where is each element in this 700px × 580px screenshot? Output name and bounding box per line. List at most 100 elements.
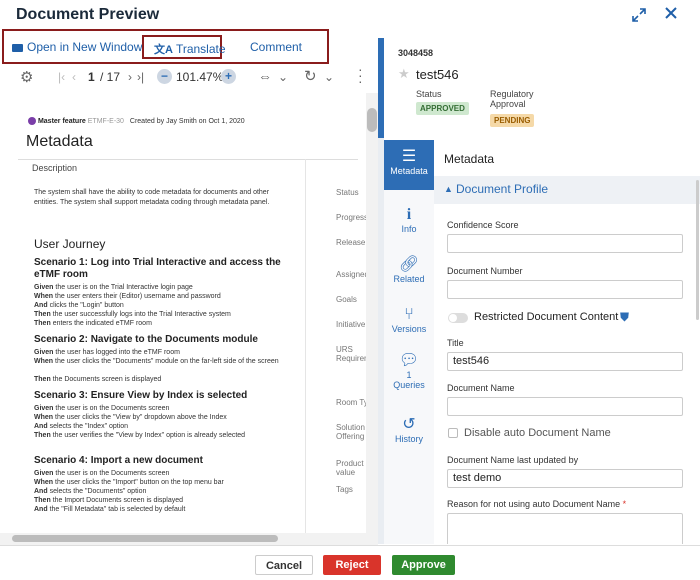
scenario-title: Scenario 2: Navigate to the Documents mo… <box>34 334 258 345</box>
title-input[interactable]: test546 <box>447 352 683 371</box>
step-keyword: Then <box>34 320 51 327</box>
confidence-label: Confidence Score <box>447 220 519 230</box>
status-label: Status <box>416 89 442 99</box>
rotate-icon[interactable]: ↻ <box>304 67 317 85</box>
section-header[interactable]: ▲ Document Profile <box>434 176 700 204</box>
step-keyword: And <box>34 423 48 430</box>
step-text: the user clicks the "View by" dropdown a… <box>55 414 227 421</box>
column-divider <box>305 159 306 533</box>
tab-history[interactable]: ↺ History <box>384 408 434 458</box>
side-label: Initiative <box>336 320 366 329</box>
scenario-step: And selects the "Index" option <box>34 422 286 431</box>
step-keyword: And <box>34 302 48 309</box>
step-text: the Documents screen is displayed <box>52 376 162 383</box>
doc-name-label: Document Name <box>447 383 515 393</box>
doc-number-label: Document Number <box>447 266 523 276</box>
expand-icon[interactable] <box>632 8 648 24</box>
step-keyword: When <box>34 358 54 365</box>
confidence-input[interactable] <box>447 234 683 253</box>
caret-up-icon: ▲ <box>444 184 453 194</box>
translate-icon: 文A <box>154 44 173 56</box>
chevron-down-icon[interactable]: ⌄ <box>324 70 334 84</box>
scenario-title: Scenario 3: Ensure View by Index is sele… <box>34 390 248 401</box>
title-label: Title <box>447 338 464 348</box>
close-icon[interactable] <box>664 6 682 24</box>
restricted-toggle[interactable] <box>448 313 468 323</box>
settings-icon[interactable]: ⚙ <box>20 68 33 86</box>
side-label: Product value <box>336 459 364 477</box>
step-text: the user successfully logs into the Tria… <box>52 311 231 318</box>
step-text: the user has logged into the eTMF room <box>55 349 180 356</box>
step-text: the user verifies the "View by Index" op… <box>52 432 246 439</box>
side-label: Room Type <box>336 398 366 407</box>
tab-related[interactable]: 🔗︎ Related <box>384 248 434 298</box>
branch-icon: ⑂ <box>404 306 414 323</box>
zoom-out-icon[interactable]: − <box>157 69 172 84</box>
scenario-step: Then the user verifies the "View by Inde… <box>34 431 286 440</box>
step-keyword: When <box>34 479 54 486</box>
info-icon: i <box>406 206 412 223</box>
reason-textarea[interactable] <box>447 513 683 544</box>
scenario-title: Scenario 1: Log into Trial Interactive a… <box>34 257 281 280</box>
feature-icon <box>28 117 36 125</box>
star-icon[interactable]: ★ <box>398 66 410 82</box>
zoom-level[interactable]: 101.47% <box>176 70 223 84</box>
zoom-in-icon[interactable]: + <box>221 69 236 84</box>
scenario-step: Then the Documents screen is displayed <box>34 375 286 384</box>
regulatory-label: Regulatory Approval <box>490 89 534 109</box>
panel-scrollbar[interactable] <box>696 180 699 320</box>
document-page: Master feature ETMF-E-30 Created by Jay … <box>0 93 366 533</box>
step-keyword: Given <box>34 349 54 356</box>
tab-versions[interactable]: ⑂ Versions <box>384 298 434 348</box>
first-page-icon[interactable]: |‹ <box>58 70 65 84</box>
comment-button[interactable]: Comment <box>250 40 302 54</box>
step-text: the Import Documents screen is displayed <box>52 497 184 504</box>
reason-label: Reason for not using auto Document Name … <box>447 499 627 509</box>
vertical-scrollbar[interactable] <box>366 93 378 533</box>
doc-number-input[interactable] <box>447 280 683 299</box>
open-new-window-button[interactable]: Open in New Window <box>12 40 142 54</box>
history-icon: ↺ <box>402 416 416 433</box>
shield-icon: ⛊ <box>620 310 630 324</box>
last-page-icon[interactable]: ›| <box>137 70 144 84</box>
step-keyword: Given <box>34 284 54 291</box>
approve-button[interactable]: Approve <box>392 555 455 575</box>
tab-metadata[interactable]: ☰ Metadata <box>384 140 434 190</box>
step-text: selects the "Documents" option <box>49 488 147 495</box>
next-page-icon[interactable]: › <box>128 70 132 84</box>
scenario-step: When the user clicks the "Import" button… <box>34 478 286 487</box>
fit-page-icon[interactable]: ⇔ <box>258 68 272 84</box>
scenario-step: And selects the "Documents" option <box>34 487 286 496</box>
chevron-down-icon[interactable]: ⌄ <box>278 70 288 84</box>
side-label: Tags <box>336 485 353 494</box>
divider <box>18 159 358 160</box>
scenario-title: Scenario 4: Import a new document <box>34 455 203 466</box>
reject-button[interactable]: Reject <box>323 555 381 575</box>
step-keyword: And <box>34 488 48 495</box>
horizontal-scroll-thumb[interactable] <box>12 535 278 542</box>
name-updated-input[interactable]: test demo <box>447 469 683 488</box>
new-window-icon <box>12 43 23 52</box>
record-card: 3048458 ★ test546 Status APPROVED Regula… <box>384 38 700 138</box>
side-tabs: ☰ Metadata i Info 🔗︎ Related ⑂ Versions 💬︎ 1 Q… <box>384 140 434 544</box>
cancel-button[interactable]: Cancel <box>255 555 313 575</box>
side-label: URS Requirement <box>336 345 366 363</box>
chat-icon: 💬︎ <box>398 352 420 369</box>
more-options-icon[interactable]: · · · <box>358 62 363 88</box>
dialog-footer: Cancel Reject Approve <box>0 545 700 580</box>
disable-auto-checkbox[interactable] <box>448 428 458 438</box>
step-text: the user enters their (Editor) username … <box>55 293 221 300</box>
journey-heading: User Journey <box>34 237 106 251</box>
translate-button[interactable]: 文A Translate <box>142 35 226 59</box>
prev-page-icon[interactable]: ‹ <box>72 70 76 84</box>
step-text: clicks the "Login" button <box>49 302 124 309</box>
scenario-step: Given the user is on the Documents scree… <box>34 404 286 413</box>
scenario-step: When the user clicks the "View by" dropd… <box>34 413 286 422</box>
tab-queries[interactable]: 💬︎ 1 Queries <box>384 348 434 404</box>
doc-name-input[interactable] <box>447 397 683 416</box>
page-number-input[interactable]: 1 <box>88 70 95 84</box>
vertical-scroll-thumb[interactable] <box>367 108 377 132</box>
tab-info[interactable]: i Info <box>384 198 434 248</box>
scenario-step: When the user clicks the "Documents" mod… <box>34 357 286 366</box>
scenario-step: Then the user successfully logs into the… <box>34 310 286 319</box>
